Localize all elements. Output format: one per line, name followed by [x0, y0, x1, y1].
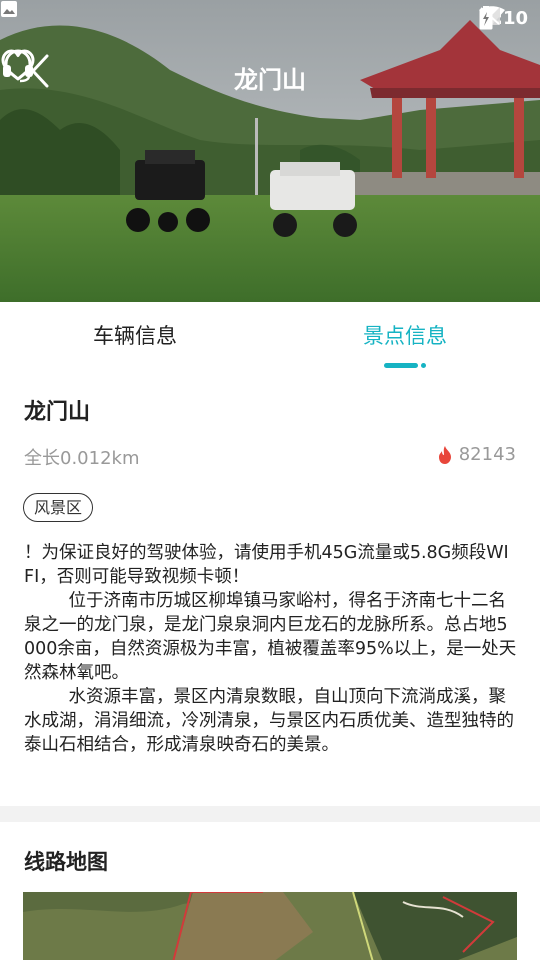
- route-length: 全长0.012km: [24, 448, 140, 469]
- page-title: 龙门山: [234, 66, 306, 94]
- top-nav: 龙门山: [0, 48, 540, 104]
- image-notification-icon: [1, 1, 17, 17]
- spot-name: 龙门山: [24, 400, 91, 425]
- active-tab-indicator: [384, 363, 426, 368]
- popularity: 82143: [437, 444, 516, 465]
- tab-bar: 车辆信息 景点信息: [0, 302, 540, 380]
- battery-icon: [479, 6, 493, 30]
- route-map-section: 线路地图: [0, 822, 540, 960]
- spot-info-card: 龙门山 全长0.012km 82143 风景区 ！为保证良好的驾驶体验，请使用手…: [0, 380, 540, 806]
- heart-icon[interactable]: [0, 48, 36, 84]
- tab-vehicle-info[interactable]: 车辆信息: [35, 320, 235, 350]
- spot-description: ！为保证良好的驾驶体验，请使用手机45G流量或5.8G频段WIFI，否则可能导致…: [24, 543, 517, 755]
- hero-image: 9:10 龙门山: [0, 0, 540, 302]
- indicator-dot: [421, 363, 426, 368]
- flame-icon: [438, 445, 451, 464]
- satellite-map-image: [23, 892, 517, 960]
- scenic-photo: [0, 0, 540, 302]
- category-tag: 风景区: [23, 493, 94, 522]
- status-bar: 9:10: [0, 0, 540, 36]
- indicator-bar: [384, 363, 418, 368]
- hot-count: 82143: [458, 444, 516, 465]
- tab-scenic-info[interactable]: 景点信息: [305, 320, 505, 350]
- route-map[interactable]: [23, 892, 517, 960]
- route-map-title: 线路地图: [24, 850, 108, 874]
